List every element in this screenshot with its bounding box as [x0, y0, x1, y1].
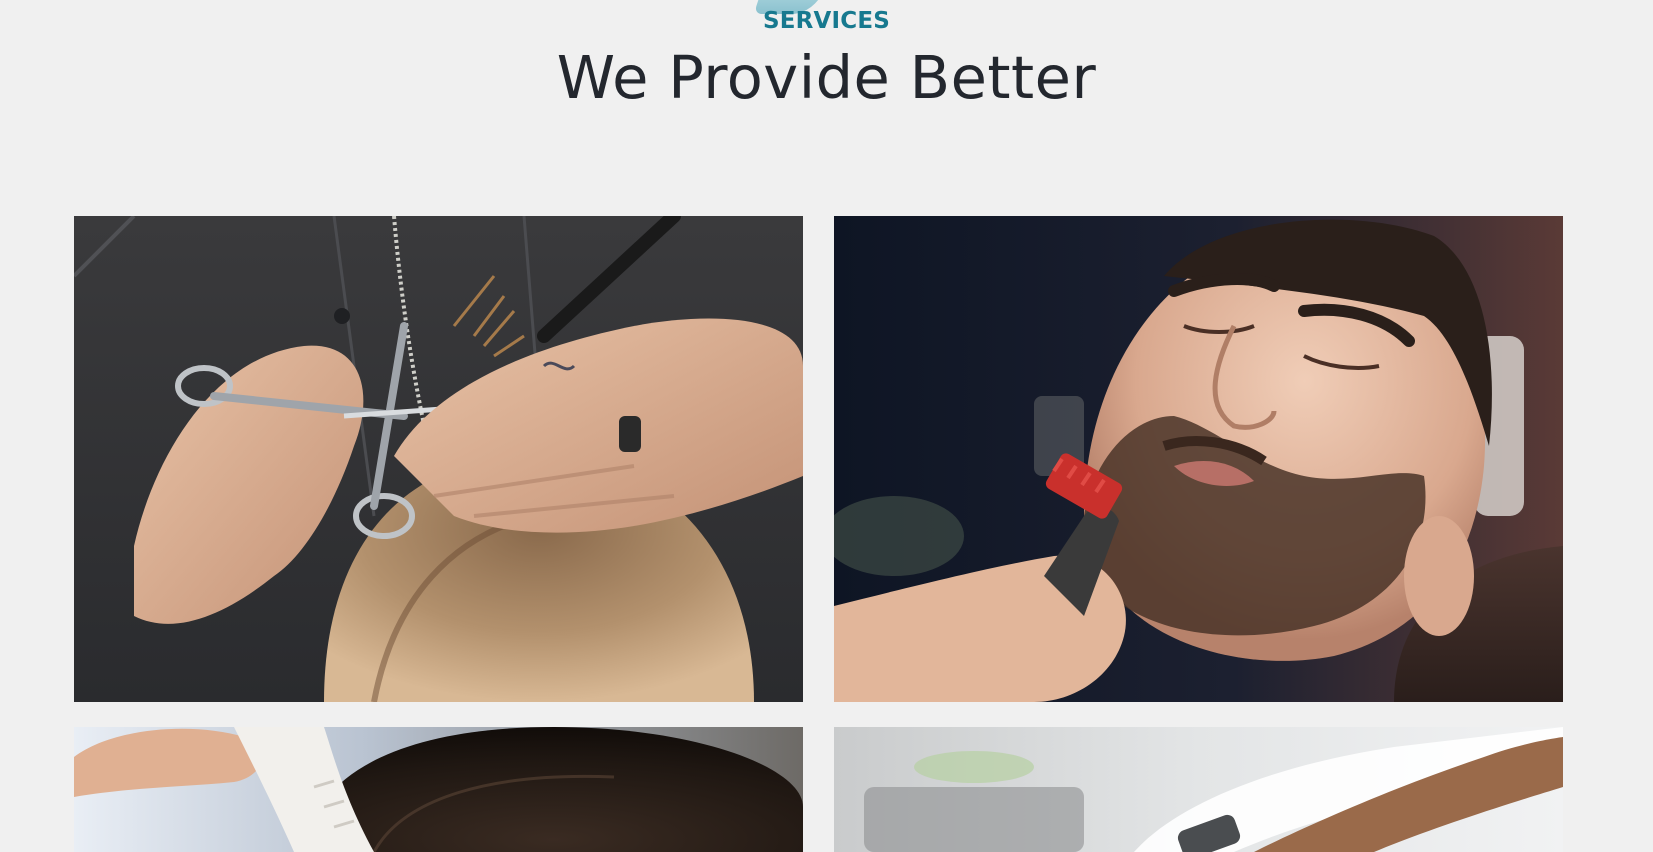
beard-trim-photo	[834, 216, 1563, 702]
section-title: We Provide Better	[556, 43, 1097, 112]
service-card-hair-styling[interactable]	[74, 727, 803, 852]
service-card-haircut[interactable]	[74, 216, 803, 702]
section-eyebrow: SERVICES	[762, 8, 891, 34]
hair-wash-photo	[834, 727, 1563, 852]
service-card-hair-wash[interactable]	[834, 727, 1563, 852]
service-card-beard-trim[interactable]	[834, 216, 1563, 702]
haircut-scissors-photo	[74, 216, 803, 702]
hair-comb-photo	[74, 727, 803, 852]
section-header: SERVICES	[0, 0, 1653, 40]
services-section: SERVICES We Provide Better	[0, 0, 1653, 852]
